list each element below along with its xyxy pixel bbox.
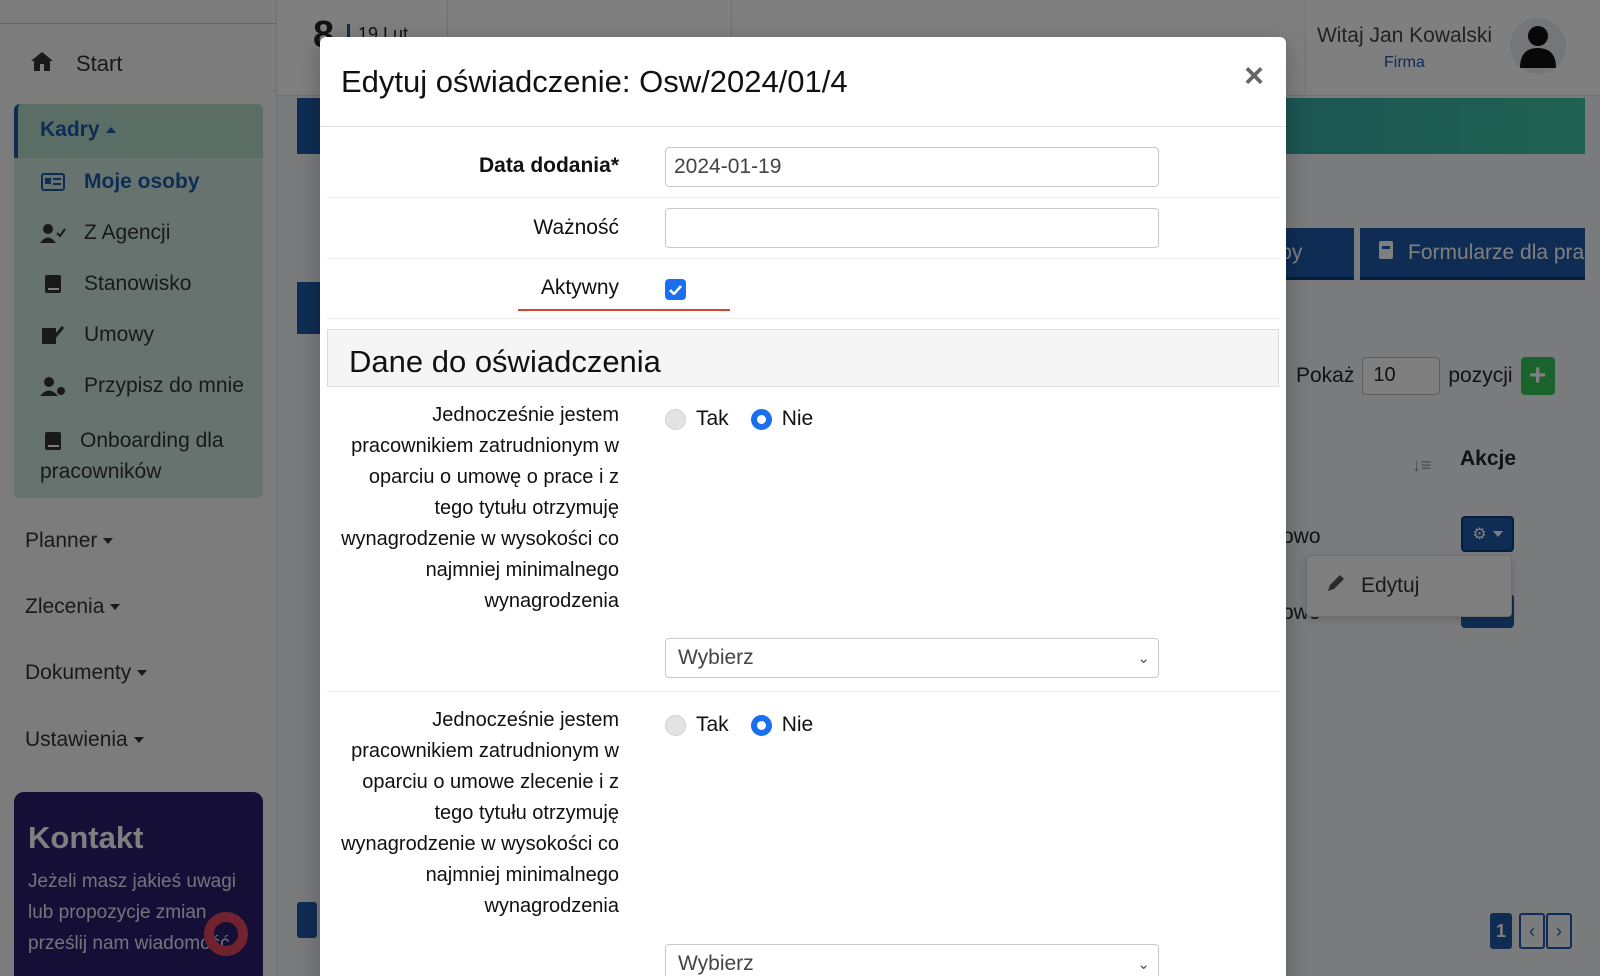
active-checkbox[interactable] xyxy=(665,279,686,300)
checkmark-icon xyxy=(669,284,682,295)
modal-header: Edytuj oświadczenie: Osw/2024/01/4 × xyxy=(320,37,1286,127)
select-1[interactable]: Wybierz ⌄ xyxy=(665,638,1159,678)
date-added-input[interactable] xyxy=(665,147,1159,187)
form-row-active: Aktywny xyxy=(327,259,1279,319)
select-2[interactable]: Wybierz ⌄ xyxy=(665,944,1159,976)
active-label: Aktywny xyxy=(540,276,619,299)
edit-declaration-modal: Edytuj oświadczenie: Osw/2024/01/4 × Dat… xyxy=(320,37,1286,976)
radio-group-2: Tak Nie xyxy=(665,713,813,737)
form-row-validity: Ważność xyxy=(327,198,1279,259)
select-value: Wybierz xyxy=(678,646,754,669)
radio-nie[interactable] xyxy=(750,714,772,736)
radio-group-1: Tak Nie xyxy=(665,407,813,431)
section-title: Dane do oświadczenia xyxy=(327,329,1279,387)
modal-title: Edytuj oświadczenie: Osw/2024/01/4 xyxy=(341,64,848,99)
radio-label-tak: Tak xyxy=(696,713,729,736)
validity-input[interactable] xyxy=(665,208,1159,248)
close-icon[interactable]: × xyxy=(1244,59,1264,93)
radio-label-nie: Nie xyxy=(781,713,814,736)
form-row-date: Data dodania* xyxy=(327,127,1279,198)
radio-tak[interactable] xyxy=(665,408,686,430)
radio-label-nie: Nie xyxy=(781,407,814,430)
select-value: Wybierz xyxy=(678,952,754,975)
validation-underline xyxy=(518,309,730,311)
question-text: Jednocześnie jestem pracownikiem zatrudn… xyxy=(341,709,619,917)
question-row-2: Jednocześnie jestem pracownikiem zatrudn… xyxy=(327,692,1279,976)
chevron-down-icon: ⌄ xyxy=(1137,650,1150,667)
validity-label: Ważność xyxy=(533,216,619,239)
question-text: Jednocześnie jestem pracownikiem zatrudn… xyxy=(341,404,619,612)
radio-label-tak: Tak xyxy=(696,407,729,430)
chevron-down-icon: ⌄ xyxy=(1137,956,1150,973)
date-label: Data dodania* xyxy=(478,154,619,177)
radio-tak[interactable] xyxy=(665,714,686,736)
question-row-1: Jednocześnie jestem pracownikiem zatrudn… xyxy=(327,387,1279,692)
radio-nie[interactable] xyxy=(750,408,772,430)
